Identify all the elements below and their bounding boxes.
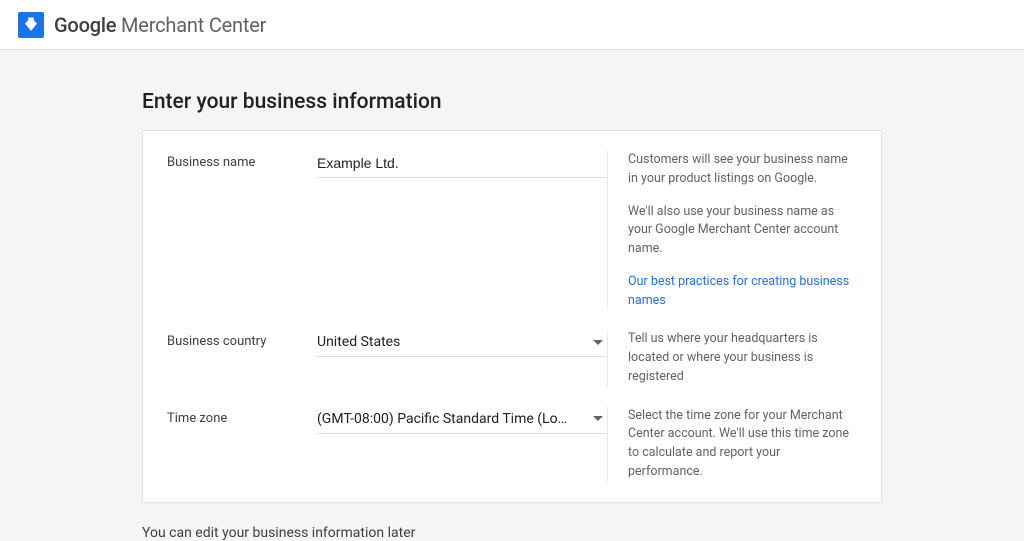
time-zone-value: (GMT-08:00) Pacific Standard Time (Lo… xyxy=(317,411,567,427)
time-zone-row: Time zone (GMT-08:00) Pacific Standard T… xyxy=(167,407,857,482)
help-text: We'll also use your business name as you… xyxy=(628,203,857,259)
business-country-label: Business country xyxy=(167,330,317,386)
page-title: Enter your business information xyxy=(142,90,882,114)
business-name-field: Business name xyxy=(167,151,607,310)
best-practices-link[interactable]: Our best practices for creating business… xyxy=(628,273,857,311)
business-name-input[interactable] xyxy=(317,151,607,178)
business-country-value: United States xyxy=(317,334,400,350)
brand-logo: Google Merchant Center xyxy=(18,12,266,38)
help-text: Select the time zone for your Merchant C… xyxy=(628,407,857,482)
time-zone-select[interactable]: (GMT-08:00) Pacific Standard Time (Lo… xyxy=(317,407,607,434)
time-zone-label: Time zone xyxy=(167,407,317,482)
business-info-card: Business name Customers will see your bu… xyxy=(142,130,882,503)
dropdown-icon xyxy=(593,340,603,345)
price-tag-icon xyxy=(22,16,40,34)
brand-text: Google Merchant Center xyxy=(54,13,266,37)
business-name-label: Business name xyxy=(167,151,317,310)
page-body: Enter your business information Business… xyxy=(0,50,1024,541)
business-name-row: Business name Customers will see your bu… xyxy=(167,151,857,310)
business-country-select[interactable]: United States xyxy=(317,330,607,357)
footer-note: You can edit your business information l… xyxy=(142,525,882,541)
business-country-help: Tell us where your headquarters is locat… xyxy=(607,330,857,386)
app-header: Google Merchant Center xyxy=(0,0,1024,50)
time-zone-help: Select the time zone for your Merchant C… xyxy=(607,407,857,482)
help-text: Customers will see your business name in… xyxy=(628,151,857,189)
brand-bold: Google xyxy=(54,13,116,37)
business-country-row: Business country United States Tell us w… xyxy=(167,330,857,386)
help-text: Tell us where your headquarters is locat… xyxy=(628,330,857,386)
business-name-help: Customers will see your business name in… xyxy=(607,151,857,310)
time-zone-field: Time zone (GMT-08:00) Pacific Standard T… xyxy=(167,407,607,482)
dropdown-icon xyxy=(593,416,603,421)
merchant-center-icon xyxy=(18,12,44,38)
brand-light: Merchant Center xyxy=(121,13,266,37)
business-country-field: Business country United States xyxy=(167,330,607,386)
